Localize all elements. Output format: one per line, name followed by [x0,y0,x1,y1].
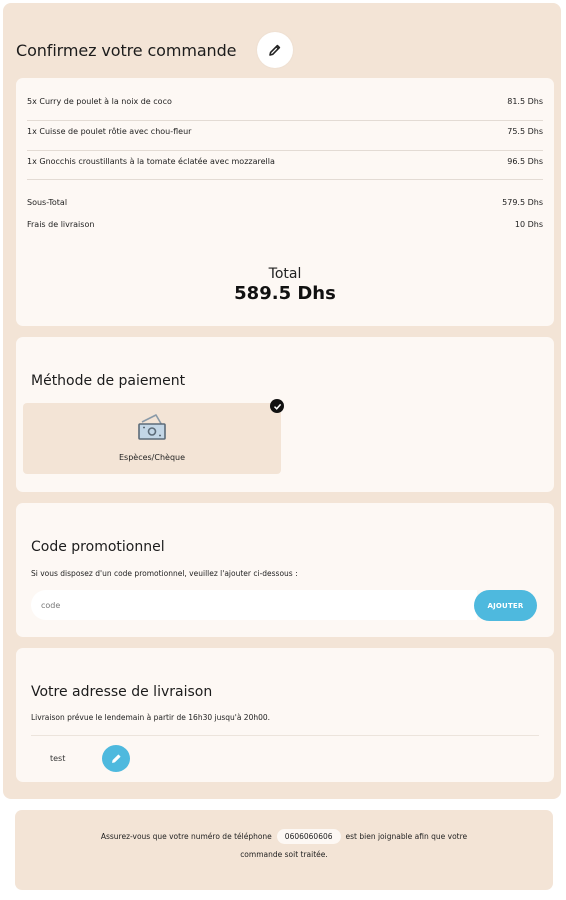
edit-order-button[interactable] [257,32,293,68]
delivery-address-card: Votre adresse de livraison Livraison pré… [16,648,554,782]
promo-code-description: Si vous disposez d'un code promotionnel,… [31,569,298,578]
order-item-price: 81.5 Dhs [507,97,543,106]
delivery-fee-label: Frais de livraison [27,220,95,229]
delivery-fee-row: Frais de livraison 10 Dhs [27,220,543,229]
order-item-price: 75.5 Dhs [507,127,543,136]
pencil-icon [269,44,281,56]
header: Confirmez votre commande [16,32,236,68]
edit-address-button[interactable] [102,745,130,772]
total-value: 589.5 Dhs [234,283,336,304]
subtotal-row: Sous-Total 579.5 Dhs [27,198,543,207]
phone-notice: Assurez-vous que votre numéro de télépho… [15,810,553,890]
subtotal-label: Sous-Total [27,198,68,207]
divider [31,735,539,736]
delivery-fee-value: 10 Dhs [514,220,543,229]
pencil-icon [111,754,120,763]
notice-line-2: commande soit traitée. [240,850,328,859]
delivery-address-title: Votre adresse de livraison [31,684,213,700]
check-icon [270,399,284,413]
promo-code-title: Code promotionnel [31,539,165,555]
add-promo-button[interactable]: AJOUTER [474,590,537,621]
cash-icon [138,414,166,440]
divider [27,150,543,151]
promo-code-input[interactable] [31,590,477,620]
order-summary-card: 5x Curry de poulet à la noix de coco 81.… [16,78,554,326]
divider [27,120,543,121]
order-item-label: 1x Gnocchis croustillants à la tomate éc… [27,157,275,166]
order-item-row: 1x Cuisse de poulet rôtie avec chou-fleu… [27,127,543,136]
order-item-price: 96.5 Dhs [507,157,543,166]
notice-line-1: Assurez-vous que votre numéro de télépho… [15,829,553,844]
divider [27,179,543,180]
phone-number: 0606060606 [276,829,341,844]
page-title: Confirmez votre commande [16,40,237,60]
delivery-address-description: Livraison prévue le lendemain à partir d… [31,713,271,722]
notice-text-before: Assurez-vous que votre numéro de télépho… [100,832,272,841]
subtotal-value: 579.5 Dhs [502,198,543,207]
payment-option-cash[interactable]: Espèces/Chèque [23,403,281,474]
order-item-label: 1x Cuisse de poulet rôtie avec chou-fleu… [27,127,192,136]
order-item-row: 1x Gnocchis croustillants à la tomate éc… [27,157,543,166]
payment-option-label: Espèces/Chèque [118,453,186,462]
delivery-address-value: test [50,754,66,763]
notice-text-after: est bien joignable afin que votre [345,832,468,841]
payment-method-title: Méthode de paiement [31,373,186,389]
order-item-label: 5x Curry de poulet à la noix de coco [27,97,172,106]
total-label: Total [268,266,302,282]
promo-code-card: Code promotionnel Si vous disposez d'un … [16,503,554,637]
payment-method-card: Méthode de paiement Espèces/Chèque [16,337,554,492]
order-item-row: 5x Curry de poulet à la noix de coco 81.… [27,97,543,106]
